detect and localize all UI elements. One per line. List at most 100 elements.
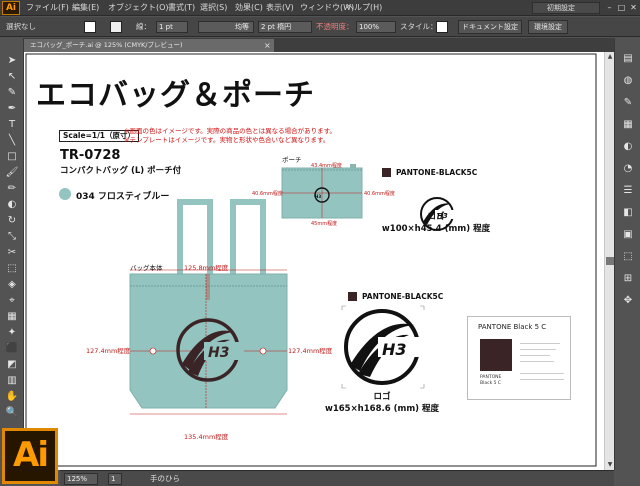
pantone-card-code: Black 5 C [480,381,502,386]
panel-icon[interactable]: ▤ [620,52,636,66]
menu-help[interactable]: ヘルプ(H) [346,3,382,13]
pouch-left-dim: 40.6mm程度 [252,191,283,197]
menu-object[interactable]: オブジェクト(O) [108,3,169,13]
tool-icon[interactable]: 🖌 [4,166,20,180]
panel-icon[interactable]: ▣ [620,228,636,242]
pantone-swatch-large [348,292,357,301]
logo-small-size: w100×h45.4 (mm) 程度 [381,224,491,234]
pantone-card-chip [480,339,512,371]
illustrator-logo: Ai [2,428,58,484]
close-tab-icon[interactable]: × [264,39,271,52]
menu-file[interactable]: ファイル(F) [26,3,69,13]
minimize-icon[interactable]: – [604,2,615,13]
tool-icon[interactable]: ╲ [4,134,20,148]
scroll-up-icon[interactable]: ▲ [605,52,615,62]
tool-icon[interactable]: ⤡ [4,230,20,244]
artboard-border [25,53,597,467]
logo-large: H3 [344,309,424,385]
tool-icon[interactable]: ✋ [4,390,20,404]
page-title: エコバッグ＆ポーチ [36,78,315,113]
tool-icon[interactable]: ➤ [4,54,20,68]
tool-icon[interactable]: ▦ [4,310,20,324]
stroke-profile-select[interactable]: 均等 [198,21,254,33]
style-label: スタイル： [400,22,438,31]
opacity-field[interactable]: 100% [356,21,396,33]
pouch-drawing: H3 [281,164,363,219]
status-bar: 125% 1 手のひら [60,470,614,486]
stroke-swatch[interactable] [110,21,122,33]
panel-icon[interactable]: ⬚ [620,250,636,264]
pantone-card-title: PANTONE Black 5 C [478,323,547,331]
document-tab-title: エコバッグ_ポーチ.ai @ 125% (CMYK/プレビュー) [30,41,183,49]
tool-icon[interactable]: T [4,118,20,132]
panel-icon[interactable]: ✥ [620,294,636,308]
tool-icon[interactable]: ✏ [4,182,20,196]
svg-text:H3: H3 [208,345,229,361]
tool-icon[interactable]: ◩ [4,358,20,372]
tool-icon[interactable]: ✦ [4,326,20,340]
vertical-scrollbar[interactable]: ▲ ▼ [604,52,614,470]
tool-icon[interactable]: ✒ [4,102,20,116]
app-icon[interactable]: Ai [2,1,20,15]
panel-icon[interactable]: ☰ [620,184,636,198]
scroll-down-icon[interactable]: ▼ [605,460,615,470]
pantone-card-brand: PANTONE [480,375,502,380]
menu-select[interactable]: 選択(S) [200,3,227,13]
tool-icon[interactable]: ◈ [4,278,20,292]
workspace-select[interactable]: 初期設定 [532,2,600,14]
stroke-weight-field[interactable]: 1 pt [156,21,188,33]
fill-swatch[interactable] [84,21,96,33]
pantone-card: PANTONE Black 5 C PANTONE Black 5 C [467,316,571,400]
tool-icon[interactable]: 🔍 [4,406,20,420]
tool-icon[interactable]: ↻ [4,214,20,228]
pouch-zipper [350,164,356,168]
tool-icon[interactable]: ✎ [4,86,20,100]
zoom-field[interactable]: 125% [64,473,98,485]
maximize-icon[interactable]: □ [616,2,627,13]
panel-icon[interactable]: ◧ [620,206,636,220]
selection-status: 選択なし [6,22,36,31]
scroll-thumb[interactable] [606,257,614,265]
tool-icon[interactable]: □ [4,150,20,164]
tool-icon[interactable]: ↖ [4,70,20,84]
tool-icon[interactable]: ◐ [4,198,20,212]
pantone-swatch-small [382,168,391,177]
logo-large-caption: ロゴ [373,392,391,402]
tool-icon[interactable]: ▥ [4,374,20,388]
svg-text:H3: H3 [382,340,407,359]
opacity-label[interactable]: 不透明度： [316,22,354,32]
close-icon[interactable]: ✕ [628,2,639,13]
tool-icon[interactable]: ⬚ [4,262,20,276]
panel-icon[interactable]: ✎ [620,96,636,110]
page-field[interactable]: 1 [108,473,122,485]
menu-type[interactable]: 書式(T) [168,3,195,13]
panel-icon[interactable]: ◍ [620,74,636,88]
note-color: ※画面の色はイメージです。実際の商品の色とは異なる場合があります。 [124,127,337,135]
menu-bar: Ai ファイル(F) 編集(E) オブジェクト(O) 書式(T) 選択(S) 効… [0,0,640,16]
pouch-label: ポーチ [282,156,302,164]
panel-icon[interactable]: ◔ [620,162,636,176]
bag-label: バッグ本体 [130,264,163,272]
artboard-canvas[interactable]: H3 H3 H3 H3 エコバッグ＆ポーチ Scale=1/1（原寸） ※画面の… [24,52,614,470]
menu-effect[interactable]: 効果(C) [235,3,263,13]
current-tool-label: 手のひら [150,474,180,483]
document-setup-button[interactable]: ドキュメント設定 [458,20,522,34]
pouch-width-dim: 43.4mm程度 [311,163,342,169]
product-name: コンパクトバッグ (L) ポーチ付 [60,166,182,176]
menu-view[interactable]: 表示(V) [266,3,294,13]
panel-icon[interactable]: ◐ [620,140,636,154]
menu-edit[interactable]: 編集(E) [72,3,99,13]
panel-icon[interactable]: ▦ [620,118,636,132]
preferences-button[interactable]: 環境設定 [528,20,568,34]
brush-select[interactable]: 2 pt 楕円 [258,21,312,33]
tool-icon[interactable]: ⬛ [4,342,20,356]
tool-icon[interactable]: ✂ [4,246,20,260]
document-tab[interactable]: エコバッグ_ポーチ.ai @ 125% (CMYK/プレビュー) × [24,39,274,52]
tool-icon[interactable]: ⌖ [4,294,20,308]
style-swatch[interactable] [436,21,448,33]
bag-left-dim: 127.4mm程度 [86,347,131,355]
bag-bottom-dim: 135.4mm程度 [184,433,229,441]
stroke-label: 線： [136,22,151,31]
panel-icon[interactable]: ⊞ [620,272,636,286]
product-code: TR-0728 [60,148,121,163]
